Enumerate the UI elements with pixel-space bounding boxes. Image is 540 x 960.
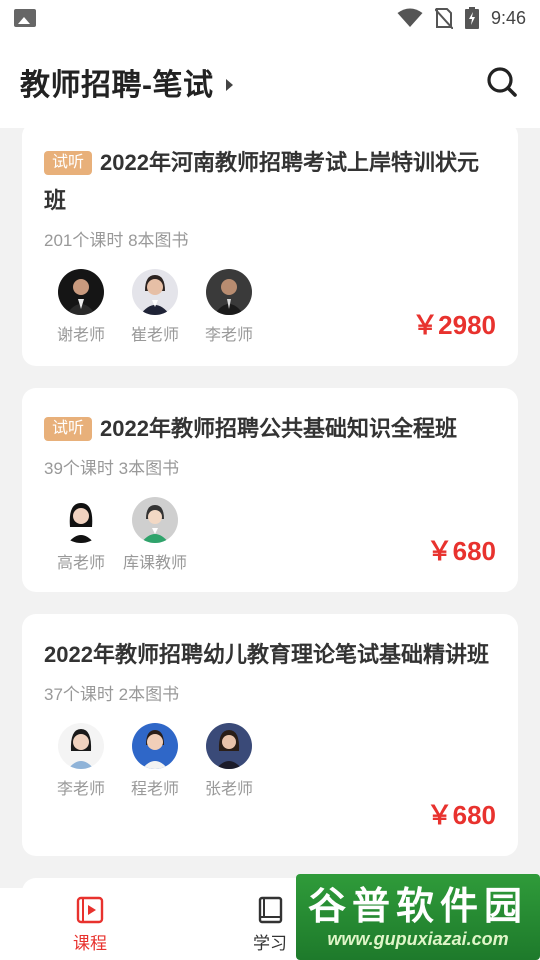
avatar	[58, 497, 104, 543]
avatar	[58, 269, 104, 315]
watermark-url: www.gupuxiazai.com	[327, 928, 509, 949]
course-title: 试听 2022年河南教师招聘考试上岸特训状元班	[44, 150, 479, 213]
course-title: 2022年教师招聘幼儿教育理论笔试基础精讲班	[44, 642, 489, 667]
course-meta: 37个课时 2本图书	[44, 685, 180, 704]
teacher[interactable]: 崔老师	[118, 269, 192, 345]
teacher-name: 高老师	[56, 555, 105, 572]
battery-charging-icon	[464, 7, 479, 29]
book-icon	[258, 896, 283, 923]
course-price: ￥2980	[412, 310, 496, 340]
tab-label: 课程	[73, 933, 107, 953]
teacher[interactable]: 程老师	[118, 723, 192, 799]
avatar	[132, 497, 178, 543]
no-sim-icon	[434, 8, 453, 29]
category-selector[interactable]: 教师招聘-笔试	[20, 60, 214, 104]
avatar	[206, 723, 252, 769]
teacher-name: 张老师	[204, 781, 253, 798]
avatar	[206, 269, 252, 315]
watermark-logo: 谷普软件园 www.gupuxiazai.com	[296, 874, 540, 960]
course-card[interactable]: 2022年教师招聘幼儿教育理论笔试基础精讲班 37个课时 2本图书 李老师 程老…	[22, 614, 518, 856]
course-title: 试听 2022年教师招聘公共基础知识全程班	[44, 410, 496, 448]
course-meta: 201个课时 8本图书	[44, 231, 189, 250]
wifi-icon	[397, 8, 423, 27]
teacher-name: 谢老师	[56, 327, 105, 344]
avatar	[58, 723, 104, 769]
trial-badge: 试听	[44, 417, 93, 441]
search-icon	[487, 67, 517, 97]
teacher[interactable]: 李老师	[192, 269, 266, 345]
search-button[interactable]	[484, 64, 520, 100]
teacher-name: 库课教师	[122, 555, 187, 572]
status-bar: 9:46	[0, 0, 540, 36]
teacher[interactable]: 李老师	[44, 723, 118, 799]
header: 教师招聘-笔试	[0, 36, 540, 128]
watermark-title: 谷普软件园	[307, 885, 528, 928]
status-indicators: 9:46	[397, 7, 526, 29]
course-video-icon	[76, 896, 104, 923]
teacher-name: 李老师	[56, 781, 105, 798]
course-card[interactable]: 试听 2022年河南教师招聘考试上岸特训状元班 201个课时 8本图书 谢老师 崔…	[22, 122, 518, 366]
course-list: 试听 2022年河南教师招聘考试上岸特训状元班 201个课时 8本图书 谢老师 崔…	[22, 118, 518, 946]
caret-right-icon[interactable]	[225, 79, 233, 91]
teacher-name: 崔老师	[130, 327, 179, 344]
teacher[interactable]: 张老师	[192, 723, 266, 799]
course-price: ￥680	[426, 800, 496, 830]
course-price: ￥680	[426, 536, 496, 566]
course-meta: 39个课时 3本图书	[44, 459, 180, 478]
avatar	[132, 723, 178, 769]
teacher-list: 李老师 程老师 张老师	[44, 723, 496, 799]
teacher-name: 李老师	[204, 327, 253, 344]
teacher[interactable]: 高老师	[44, 497, 118, 573]
teacher-name: 程老师	[130, 781, 179, 798]
teacher[interactable]: 库课教师	[118, 497, 192, 573]
tab-label: 学习	[253, 933, 287, 953]
teacher[interactable]: 谢老师	[44, 269, 118, 345]
course-card[interactable]: 试听 2022年教师招聘公共基础知识全程班 39个课时 3本图书 高老师 库课教师…	[22, 388, 518, 592]
status-time: 9:46	[490, 7, 526, 28]
trial-badge: 试听	[44, 151, 93, 175]
tab-course[interactable]: 课程	[0, 888, 180, 960]
image-notification-icon	[14, 9, 36, 27]
avatar	[132, 269, 178, 315]
